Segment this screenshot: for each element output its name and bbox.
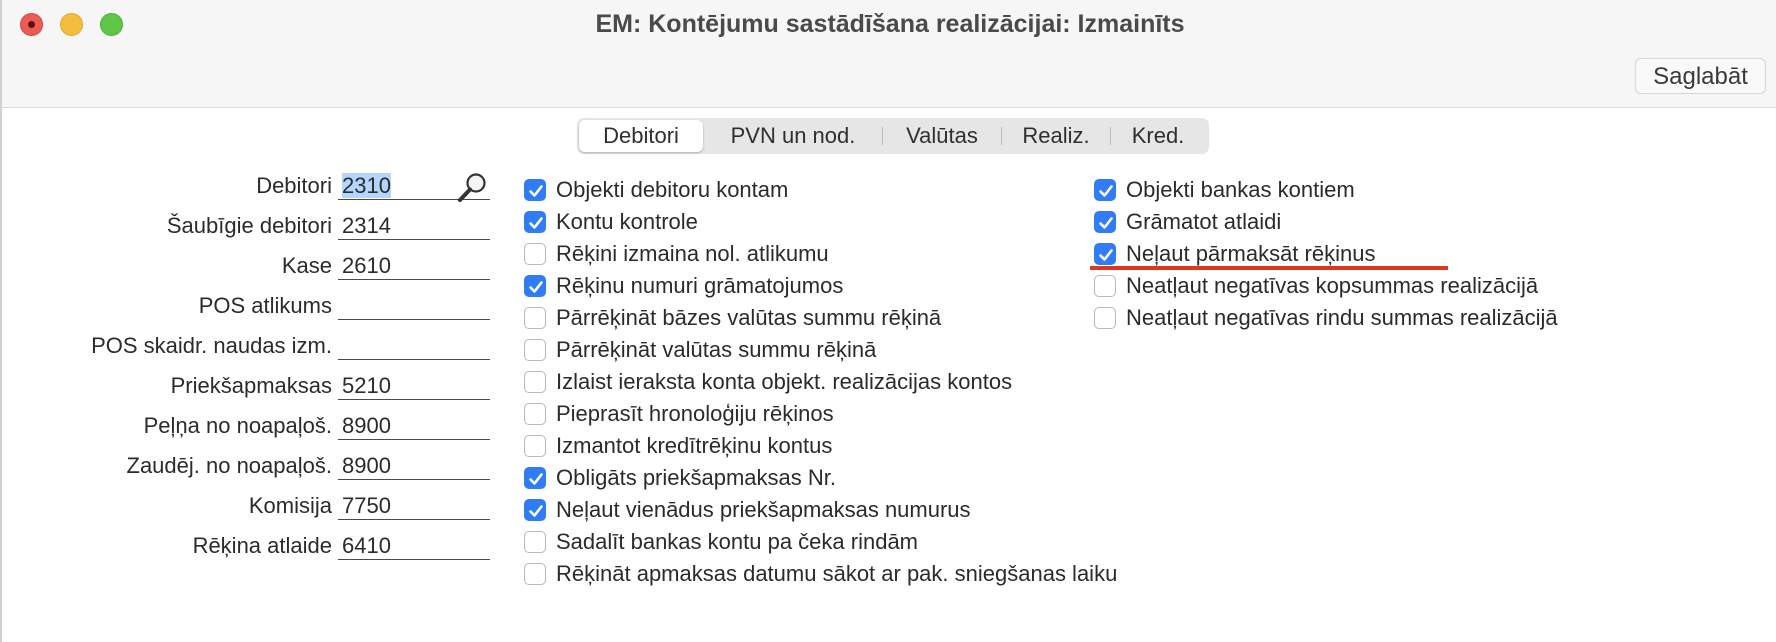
field-label-pos-skaidr: POS skaidr. naudas izm.: [91, 333, 332, 358]
checkbox-unchecked[interactable]: [1094, 307, 1116, 329]
field-label-priekspmaksas: Priekšapmaksas: [170, 373, 332, 398]
checkbox-row[interactable]: Objekti bankas kontiem: [1094, 176, 1355, 204]
checkbox-row[interactable]: Izlaist ieraksta konta objekt. realizāci…: [524, 368, 1012, 396]
checkbox-checked[interactable]: [1094, 243, 1116, 265]
magnifier-icon[interactable]: [456, 170, 490, 204]
checkmark-icon: [1099, 249, 1113, 261]
pos-skaidr-input[interactable]: [338, 332, 490, 360]
checkbox-label: Izmantot kredītrēķinu kontus: [556, 433, 833, 458]
rekina-atlaide-input[interactable]: 6410: [338, 532, 490, 560]
field-label-zaudej: Zaudēj. no noapaļoš.: [126, 453, 333, 478]
komisija-input[interactable]: 7750: [338, 492, 490, 520]
field-label-saubigie: Šaubīgie debitori: [166, 213, 332, 238]
checkbox-label: Obligāts priekšapmaksas Nr.: [556, 465, 836, 490]
checkbox-label: Rēķināt apmaksas datumu sākot ar pak. sn…: [556, 561, 1118, 586]
checkbox-checked[interactable]: [524, 211, 546, 233]
checkmark-icon: [529, 505, 543, 517]
saubigie-debitori-input[interactable]: 2314: [338, 212, 490, 240]
checkbox-checked[interactable]: [524, 179, 546, 201]
checkbox-unchecked[interactable]: [524, 563, 546, 585]
field-label-pelna: Peļņa no noapaļoš.: [143, 413, 332, 438]
checkbox-label: Kontu kontrole: [556, 209, 698, 234]
field-label-kase: Kase: [281, 253, 332, 278]
zaudej-input[interactable]: 8900: [338, 452, 490, 480]
checkbox-row[interactable]: Rēķini izmaina nol. atlikumu: [524, 240, 829, 268]
checkbox-row[interactable]: Pieprasīt hronoloģiju rēķinos: [524, 400, 834, 428]
checkbox-unchecked[interactable]: [1094, 275, 1116, 297]
checkbox-label: Sadalīt bankas kontu pa čeka rindām: [556, 529, 919, 554]
tab-debitori[interactable]: Debitori: [579, 120, 703, 152]
checkbox-unchecked[interactable]: [524, 531, 546, 553]
checkbox-label: Grāmatot atlaidi: [1126, 209, 1282, 234]
checkbox-row[interactable]: Pārrēķināt valūtas summu rēķinā: [524, 336, 876, 364]
window: EM: Kontējumu sastādīšana realizācijai: …: [0, 0, 1776, 642]
checkbox-unchecked[interactable]: [524, 435, 546, 457]
pelna-input[interactable]: 8900: [338, 412, 490, 440]
checkbox-checked[interactable]: [524, 275, 546, 297]
checkbox-checked[interactable]: [1094, 179, 1116, 201]
checkbox-label: Objekti debitoru kontam: [556, 177, 789, 202]
checkbox-label: Rēķinu numuri grāmatojumos: [556, 273, 844, 298]
checkbox-label: Neļaut pārmaksāt rēķinus: [1126, 241, 1376, 266]
checkbox-checked[interactable]: [524, 467, 546, 489]
checkmark-icon: [1099, 217, 1113, 229]
checkbox-label: Izlaist ieraksta konta objekt. realizāci…: [556, 369, 1013, 394]
priekspmaksas-input[interactable]: 5210: [338, 372, 490, 400]
save-button[interactable]: Saglabāt: [1635, 58, 1766, 94]
field-label-debitori: Debitori: [256, 173, 332, 198]
field-label-pos-atlikums: POS atlikums: [198, 293, 332, 318]
checkmark-icon: [529, 281, 543, 293]
checkmark-icon: [529, 185, 543, 197]
checkmark-icon: [529, 473, 543, 485]
checkbox-label: Pārrēķināt bāzes valūtas summu rēķinā: [556, 305, 942, 330]
checkbox-row[interactable]: Neatļaut negatīvas rindu summas realizāc…: [1094, 304, 1558, 332]
checkbox-row[interactable]: Neļaut pārmaksāt rēķinus: [1094, 240, 1375, 268]
checkmark-icon: [1099, 185, 1113, 197]
checkbox-row[interactable]: Grāmatot atlaidi: [1094, 208, 1281, 236]
checkbox-unchecked[interactable]: [524, 339, 546, 361]
checkbox-unchecked[interactable]: [524, 371, 546, 393]
window-title: EM: Kontējumu sastādīšana realizācijai: …: [595, 10, 1185, 38]
tab-valutas[interactable]: Valūtas: [883, 120, 1001, 152]
kase-input[interactable]: 2610: [338, 252, 490, 280]
checkbox-label: Neatļaut negatīvas kopsummas realizācijā: [1126, 273, 1539, 298]
debitori-value: 2310: [342, 173, 391, 198]
tab-pvn[interactable]: PVN un nod.: [704, 120, 882, 152]
checkbox-label: Neatļaut negatīvas rindu summas realizāc…: [1126, 305, 1558, 330]
tab-realiz[interactable]: Realiz.: [1002, 120, 1110, 152]
checkbox-checked[interactable]: [524, 499, 546, 521]
checkbox-label: Rēķini izmaina nol. atlikumu: [556, 241, 829, 266]
pos-atlikums-input[interactable]: [338, 292, 490, 320]
checkmark-icon: [529, 217, 543, 229]
tab-bar: Debitori PVN un nod. Valūtas Realiz. Kre…: [577, 118, 1209, 154]
checkbox-row[interactable]: Neatļaut negatīvas kopsummas realizācijā: [1094, 272, 1538, 300]
tab-kred[interactable]: Kred.: [1111, 120, 1205, 152]
checkbox-unchecked[interactable]: [524, 403, 546, 425]
checkbox-label: Objekti bankas kontiem: [1126, 177, 1355, 202]
checkbox-row[interactable]: Izmantot kredītrēķinu kontus: [524, 432, 832, 460]
checkbox-row[interactable]: Rēķinu numuri grāmatojumos: [524, 272, 843, 300]
checkbox-row[interactable]: Kontu kontrole: [524, 208, 698, 236]
checkbox-unchecked[interactable]: [524, 243, 546, 265]
checkbox-label: Pieprasīt hronoloģiju rēķinos: [556, 401, 834, 426]
checkbox-label: Neļaut vienādus priekšapmaksas numurus: [556, 497, 971, 522]
title-bar: EM: Kontējumu sastādīšana realizācijai: …: [2, 0, 1776, 108]
checkbox-row[interactable]: Obligāts priekšapmaksas Nr.: [524, 464, 836, 492]
checkbox-row[interactable]: Rēķināt apmaksas datumu sākot ar pak. sn…: [524, 560, 1117, 588]
checkbox-unchecked[interactable]: [524, 307, 546, 329]
field-label-komisija: Komisija: [248, 493, 332, 518]
annotation-underline: [1090, 266, 1448, 270]
checkbox-row[interactable]: Pārrēķināt bāzes valūtas summu rēķinā: [524, 304, 941, 332]
checkbox-checked[interactable]: [1094, 211, 1116, 233]
checkbox-row[interactable]: Neļaut vienādus priekšapmaksas numurus: [524, 496, 971, 524]
field-label-rekina-atlaide: Rēķina atlaide: [192, 533, 332, 558]
checkbox-label: Pārrēķināt valūtas summu rēķinā: [556, 337, 877, 362]
checkbox-row[interactable]: Sadalīt bankas kontu pa čeka rindām: [524, 528, 918, 556]
checkbox-row[interactable]: Objekti debitoru kontam: [524, 176, 788, 204]
